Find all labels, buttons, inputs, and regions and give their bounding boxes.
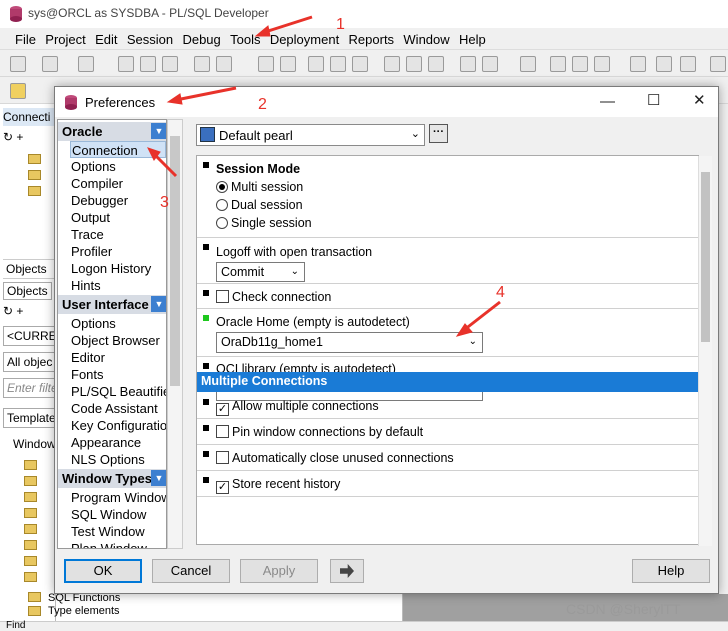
annotation-1: 1 — [336, 16, 345, 33]
arrow-2-line — [175, 86, 237, 102]
annotation-4: 4 — [496, 284, 505, 301]
annotation-2: 2 — [258, 96, 267, 113]
arrow-4-line — [463, 300, 501, 332]
annotation-arrows — [147, 15, 501, 337]
arrow-3-line — [152, 152, 178, 178]
arrow-2-head — [166, 93, 183, 105]
arrow-1-line — [261, 15, 313, 35]
watermark: CSDN @SherylTT — [566, 601, 681, 617]
arrow-1-head — [254, 25, 271, 37]
annotation-3: 3 — [160, 194, 169, 211]
